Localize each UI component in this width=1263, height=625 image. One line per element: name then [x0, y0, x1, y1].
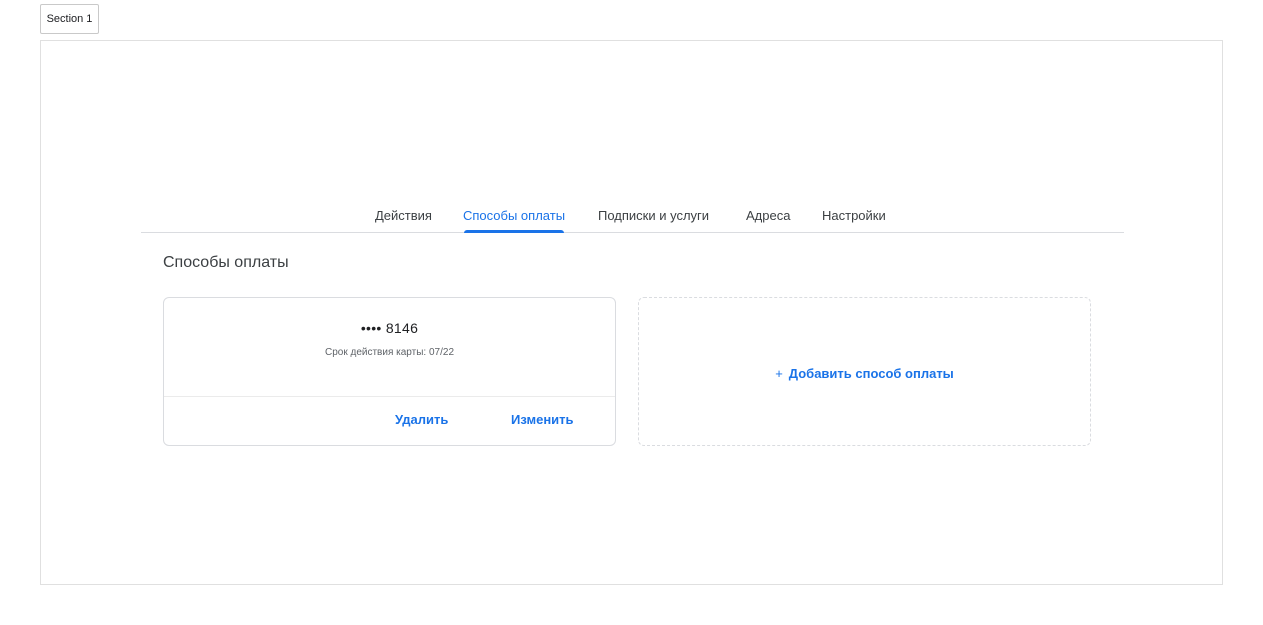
tab-settings[interactable]: Настройки	[822, 201, 886, 232]
card-expiry: Срок действия карты: 07/22	[325, 347, 454, 358]
tab-addresses[interactable]: Адреса	[746, 201, 790, 232]
add-payment-method-button[interactable]: + Добавить способ оплаты	[638, 297, 1091, 446]
payment-card: •••• 8146 Срок действия карты: 07/22 Уда…	[163, 297, 616, 446]
delete-button[interactable]: Удалить	[395, 412, 448, 427]
edit-button[interactable]: Изменить	[511, 412, 574, 427]
card-divider	[164, 396, 615, 397]
section-label: Section 1	[40, 4, 99, 34]
card-masked-number: •••• 8146	[360, 320, 419, 336]
tab-actions[interactable]: Действия	[375, 201, 432, 232]
plus-icon: +	[775, 366, 783, 381]
content-frame: Действия Способы оплаты Подписки и услуг…	[40, 40, 1223, 585]
tab-payment-methods[interactable]: Способы оплаты	[463, 201, 565, 233]
page-title: Способы оплаты	[163, 254, 289, 271]
add-payment-label: Добавить способ оплаты	[788, 366, 954, 381]
tab-bar: Действия Способы оплаты Подписки и услуг…	[141, 201, 1124, 233]
add-payment-label-row: + Добавить способ оплаты	[639, 366, 1090, 381]
tab-subscriptions[interactable]: Подписки и услуги	[598, 201, 709, 232]
